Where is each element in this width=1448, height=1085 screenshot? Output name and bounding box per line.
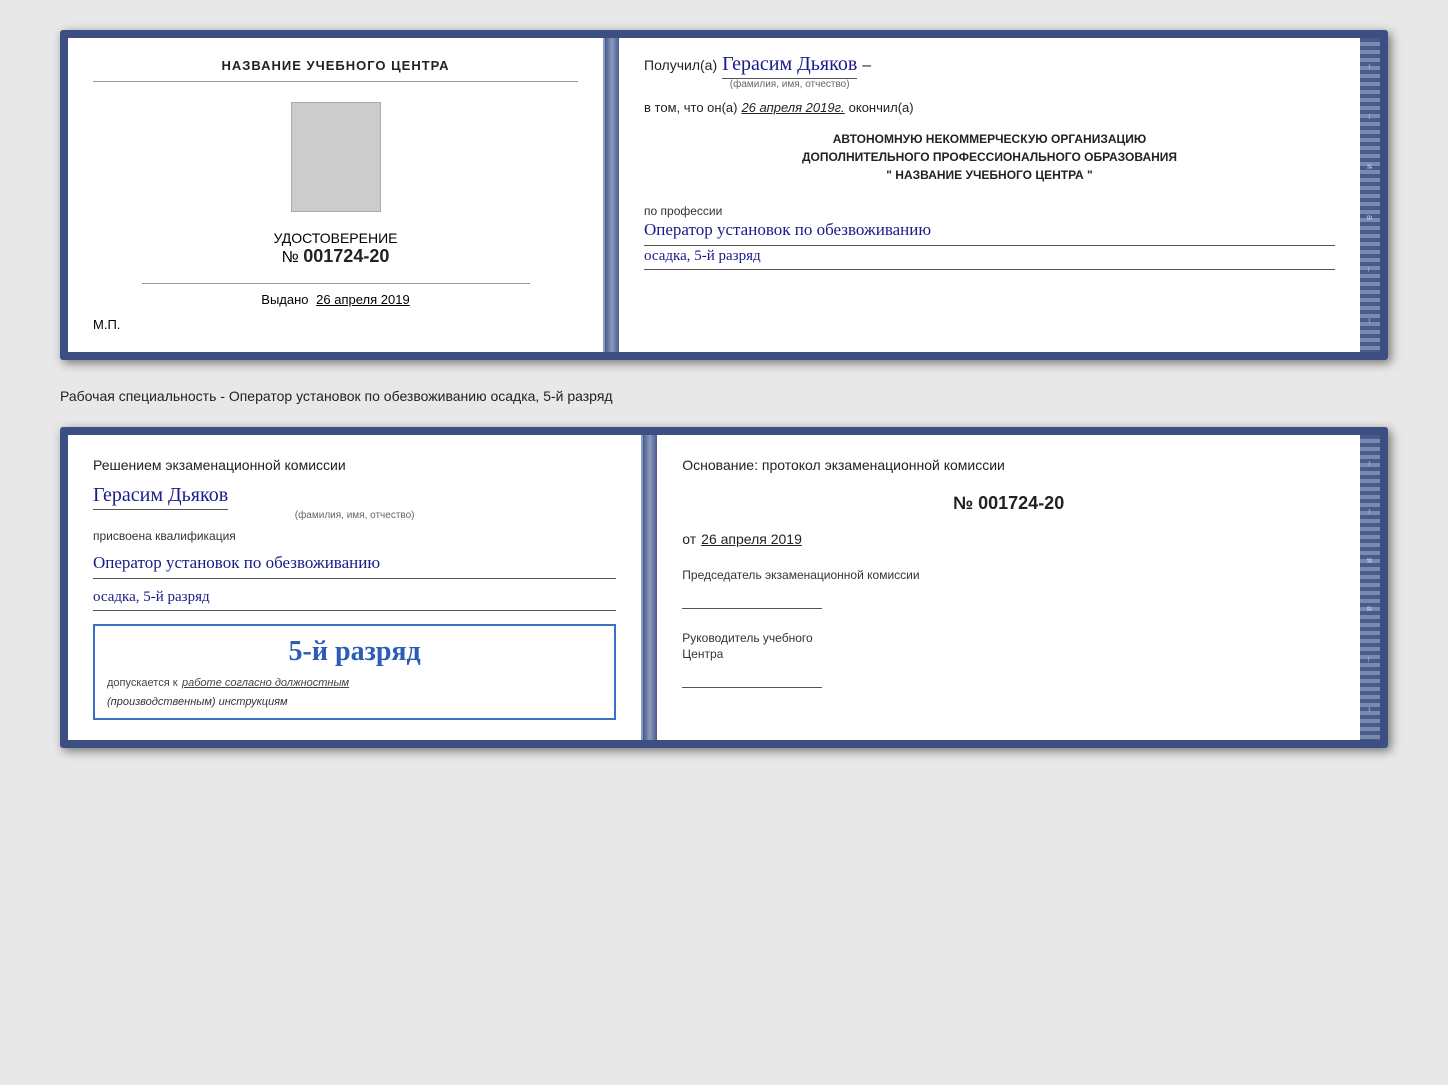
bottom-side-char-6: – bbox=[1365, 707, 1375, 714]
cert-number-block: УДОСТОВЕРЕНИЕ № 001724-20 bbox=[274, 230, 398, 267]
date-value: 26 апреля 2019 bbox=[701, 531, 802, 547]
bottom-qualification1: Оператор установок по обезвоживанию bbox=[93, 551, 616, 579]
issued-label: Выдано bbox=[261, 292, 308, 307]
top-cert-left: НАЗВАНИЕ УЧЕБНОГО ЦЕНТРА УДОСТОВЕРЕНИЕ №… bbox=[68, 38, 605, 352]
cert-label: УДОСТОВЕРЕНИЕ bbox=[274, 230, 398, 246]
issued-date: 26 апреля 2019 bbox=[316, 292, 410, 307]
profession-value: Оператор установок по обезвоживанию bbox=[644, 218, 1335, 246]
page-container: НАЗВАНИЕ УЧЕБНОГО ЦЕНТРА УДОСТОВЕРЕНИЕ №… bbox=[20, 20, 1428, 763]
profession-label: по профессии bbox=[644, 204, 1335, 218]
cert-number-value: 001724-20 bbox=[303, 246, 389, 266]
protocol-prefix: № bbox=[953, 493, 973, 513]
protocol-value: 001724-20 bbox=[978, 493, 1064, 513]
chairman-title: Председатель экзаменационной комиссии bbox=[682, 567, 1335, 584]
date-line: от 26 апреля 2019 bbox=[682, 531, 1335, 547]
side-char-2: – bbox=[1365, 114, 1375, 121]
profession-block: по профессии Оператор установок по обезв… bbox=[644, 199, 1335, 270]
in-that-date: 26 апреля 2019г. bbox=[741, 100, 844, 115]
bottom-cert-right: Основание: протокол экзаменационной коми… bbox=[657, 435, 1360, 740]
bottom-person-name: Герасим Дьяков bbox=[93, 484, 228, 510]
profession-value2: осадка, 5-й разряд bbox=[644, 246, 1335, 270]
chairman-block: Председатель экзаменационной комиссии bbox=[682, 567, 1335, 609]
top-cert-right: Получил(а) Герасим Дьяков (фамилия, имя,… bbox=[619, 38, 1360, 352]
chairman-signature-line bbox=[682, 589, 822, 609]
side-char-4: а bbox=[1365, 215, 1375, 222]
protocol-number: № 001724-20 bbox=[682, 493, 1335, 514]
stamp-underline: работе согласно должностным bbox=[182, 677, 349, 689]
recipient-label: (фамилия, имя, отчество) bbox=[722, 79, 857, 90]
org-line3: " НАЗВАНИЕ УЧЕБНОГО ЦЕНТРА " bbox=[644, 166, 1335, 184]
commission-title: Решением экзаменационной комиссии bbox=[93, 455, 616, 476]
stamp-line: допускается к работе согласно должностны… bbox=[107, 673, 602, 691]
basis-title: Основание: протокол экзаменационной коми… bbox=[682, 455, 1335, 476]
top-certificate-wrapper: НАЗВАНИЕ УЧЕБНОГО ЦЕНТРА УДОСТОВЕРЕНИЕ №… bbox=[60, 30, 1388, 360]
received-prefix: Получил(а) bbox=[644, 57, 717, 73]
side-char-6: – bbox=[1365, 318, 1375, 325]
assigned-label: присвоена квалификация bbox=[93, 529, 616, 543]
director-title2: Центра bbox=[682, 647, 1335, 661]
director-block: Руководитель учебного Центра bbox=[682, 631, 1335, 688]
side-char-3: и bbox=[1365, 164, 1375, 171]
stamp-prefix: допускается к bbox=[107, 677, 178, 689]
cert-issued: Выдано 26 апреля 2019 bbox=[93, 292, 578, 307]
side-char-1: – bbox=[1365, 64, 1375, 71]
bottom-side-char-3: и bbox=[1365, 558, 1375, 565]
mp-label: М.П. bbox=[93, 317, 120, 332]
in-that-prefix: в том, что он(а) bbox=[644, 100, 737, 115]
person-block: Герасим Дьяков (фамилия, имя, отчество) bbox=[93, 484, 616, 521]
org-line2: ДОПОЛНИТЕЛЬНОГО ПРОФЕССИОНАЛЬНОГО ОБРАЗО… bbox=[644, 148, 1335, 166]
bottom-cert-left: Решением экзаменационной комиссии Гераси… bbox=[68, 435, 643, 740]
bottom-spine-divider bbox=[643, 435, 657, 740]
bottom-side-char-1: – bbox=[1365, 461, 1375, 468]
org-block: АВТОНОМНУЮ НЕКОММЕРЧЕСКУЮ ОРГАНИЗАЦИЮ ДО… bbox=[644, 130, 1335, 184]
bottom-side-char-5: ← bbox=[1365, 655, 1375, 666]
director-signature-line bbox=[682, 668, 822, 688]
in-that-line: в том, что он(а) 26 апреля 2019г. окончи… bbox=[644, 100, 1335, 115]
specialty-label: Рабочая специальность - Оператор установ… bbox=[60, 383, 1388, 409]
recipient-name: Герасим Дьяков bbox=[722, 53, 857, 79]
bottom-person-label: (фамилия, имя, отчество) bbox=[93, 510, 616, 521]
dash: – bbox=[862, 57, 871, 75]
date-prefix: от bbox=[682, 531, 696, 547]
top-certificate: НАЗВАНИЕ УЧЕБНОГО ЦЕНТРА УДОСТОВЕРЕНИЕ №… bbox=[68, 38, 1380, 352]
stamp-box: 5-й разряд допускается к работе согласно… bbox=[93, 624, 616, 720]
bottom-qualification2: осадка, 5-й разряд bbox=[93, 587, 616, 611]
finished-label: окончил(а) bbox=[849, 100, 914, 115]
bottom-right-strip: – – и а ← – bbox=[1360, 435, 1380, 740]
org-line1: АВТОНОМНУЮ НЕКОММЕРЧЕСКУЮ ОРГАНИЗАЦИЮ bbox=[644, 130, 1335, 148]
bottom-side-char-4: а bbox=[1365, 606, 1375, 613]
director-title1: Руководитель учебного bbox=[682, 631, 1335, 645]
right-strip: – – и а ← – bbox=[1360, 38, 1380, 352]
stamp-text-large: 5-й разряд bbox=[107, 636, 602, 668]
photo-placeholder bbox=[291, 102, 381, 212]
bottom-certificate: Решением экзаменационной комиссии Гераси… bbox=[68, 435, 1380, 740]
bottom-side-char-2: – bbox=[1365, 509, 1375, 516]
spine-divider bbox=[605, 38, 619, 352]
stamp-italic: (производственным) инструкциям bbox=[107, 696, 602, 708]
side-char-5: ← bbox=[1365, 265, 1375, 276]
cert-num-prefix: № bbox=[282, 249, 299, 266]
received-line: Получил(а) Герасим Дьяков (фамилия, имя,… bbox=[644, 53, 1335, 90]
top-cert-title: НАЗВАНИЕ УЧЕБНОГО ЦЕНТРА bbox=[93, 58, 578, 82]
bottom-certificate-wrapper: Решением экзаменационной комиссии Гераси… bbox=[60, 427, 1388, 748]
